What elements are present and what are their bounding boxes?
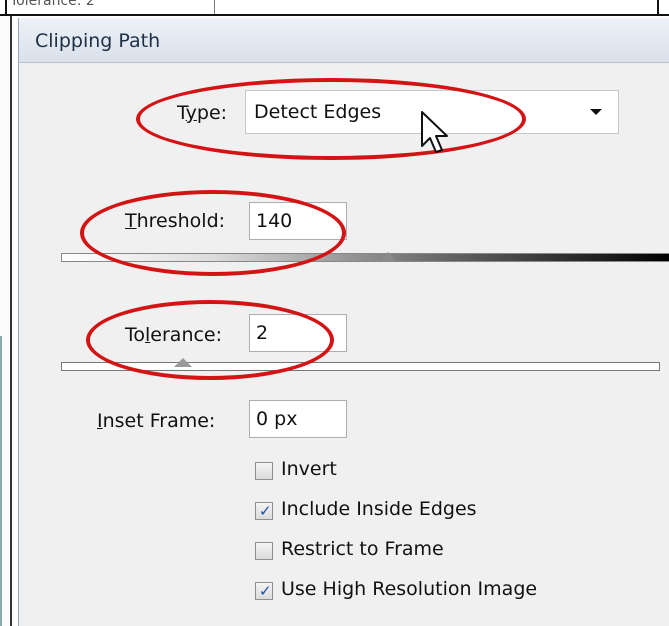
left-window-edge: [0, 16, 14, 626]
threshold-label: Threshold:: [125, 210, 226, 232]
include-inside-edges-label[interactable]: Include Inside Edges: [281, 498, 477, 520]
use-high-resolution-image-checkbox[interactable]: ✓: [255, 582, 273, 600]
clipping-path-panel: Clipping Path Type: Detect Edges Thresho…: [18, 18, 669, 626]
panel-title: Clipping Path: [35, 30, 161, 52]
restrict-to-frame-label[interactable]: Restrict to Frame: [281, 538, 444, 560]
inset-frame-field[interactable]: 0 px: [249, 400, 347, 438]
check-icon: ✓: [259, 502, 272, 520]
invert-checkbox[interactable]: [255, 462, 273, 480]
background-tolerance-text: Tolerance: 2: [10, 0, 95, 9]
tolerance-slider[interactable]: [61, 358, 660, 371]
background-dialog-strip: Tolerance: 2: [0, 0, 669, 16]
tolerance-label: Tolerance:: [125, 324, 223, 346]
restrict-to-frame-checkbox[interactable]: [255, 542, 273, 560]
use-high-resolution-image-label[interactable]: Use High Resolution Image: [281, 578, 537, 600]
divider: [10, 16, 12, 626]
tolerance-slider-thumb[interactable]: [174, 358, 192, 367]
invert-label[interactable]: Invert: [281, 458, 337, 480]
threshold-slider[interactable]: [61, 252, 669, 262]
inset-frame-label: Inset Frame:: [97, 410, 216, 432]
mouse-pointer-icon: [421, 111, 448, 153]
threshold-field[interactable]: 140: [249, 202, 347, 240]
divider: [214, 0, 215, 14]
divider: [657, 0, 659, 14]
divider: [5, 0, 7, 14]
chevron-down-icon[interactable]: [590, 109, 602, 115]
threshold-slider-thumb[interactable]: [380, 252, 396, 262]
type-selected-value: Detect Edges: [254, 101, 382, 123]
type-label: Type:: [177, 102, 228, 124]
divider: [0, 336, 2, 626]
check-icon: ✓: [259, 582, 272, 600]
include-inside-edges-checkbox[interactable]: ✓: [255, 502, 273, 520]
tolerance-field[interactable]: 2: [249, 314, 347, 352]
panel-header[interactable]: Clipping Path: [19, 18, 669, 63]
